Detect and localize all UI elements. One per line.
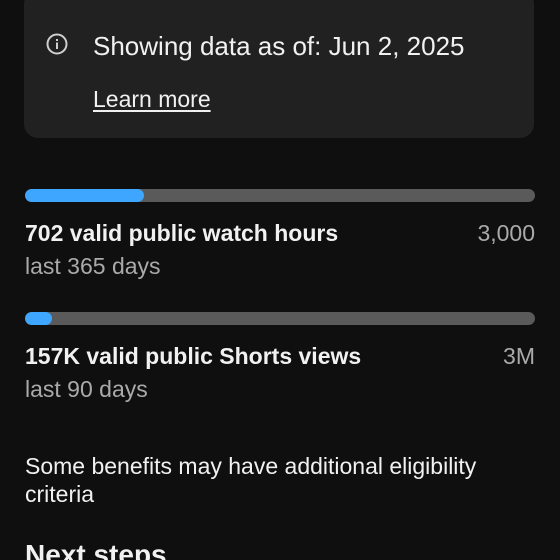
eligibility-note: Some benefits may have additional eligib…: [25, 453, 477, 507]
shorts-views-progress-bar: [25, 312, 535, 325]
shorts-views-progress-fill: [25, 312, 52, 325]
watch-hours-progress-bar: [25, 189, 535, 202]
shorts-views-target: 3M: [503, 343, 535, 369]
shorts-views-label: 157K valid public Shorts views: [25, 343, 362, 369]
learn-more-link[interactable]: Learn more: [93, 85, 211, 113]
watch-hours-period: last 365 days: [25, 253, 161, 279]
data-as-of-text: Showing data as of: Jun 2, 2025: [93, 31, 465, 61]
next-steps-heading: Next steps: [25, 539, 167, 560]
data-freshness-card: Showing data as of: Jun 2, 2025 Learn mo…: [24, 0, 534, 138]
eligibility-screen: Showing data as of: Jun 2, 2025 Learn mo…: [0, 0, 560, 560]
watch-hours-progress-fill: [25, 189, 145, 202]
watch-hours-target: 3,000: [477, 220, 535, 246]
watch-hours-label: 702 valid public watch hours: [25, 220, 339, 246]
info-icon: [46, 33, 68, 55]
shorts-views-period: last 90 days: [25, 376, 148, 402]
